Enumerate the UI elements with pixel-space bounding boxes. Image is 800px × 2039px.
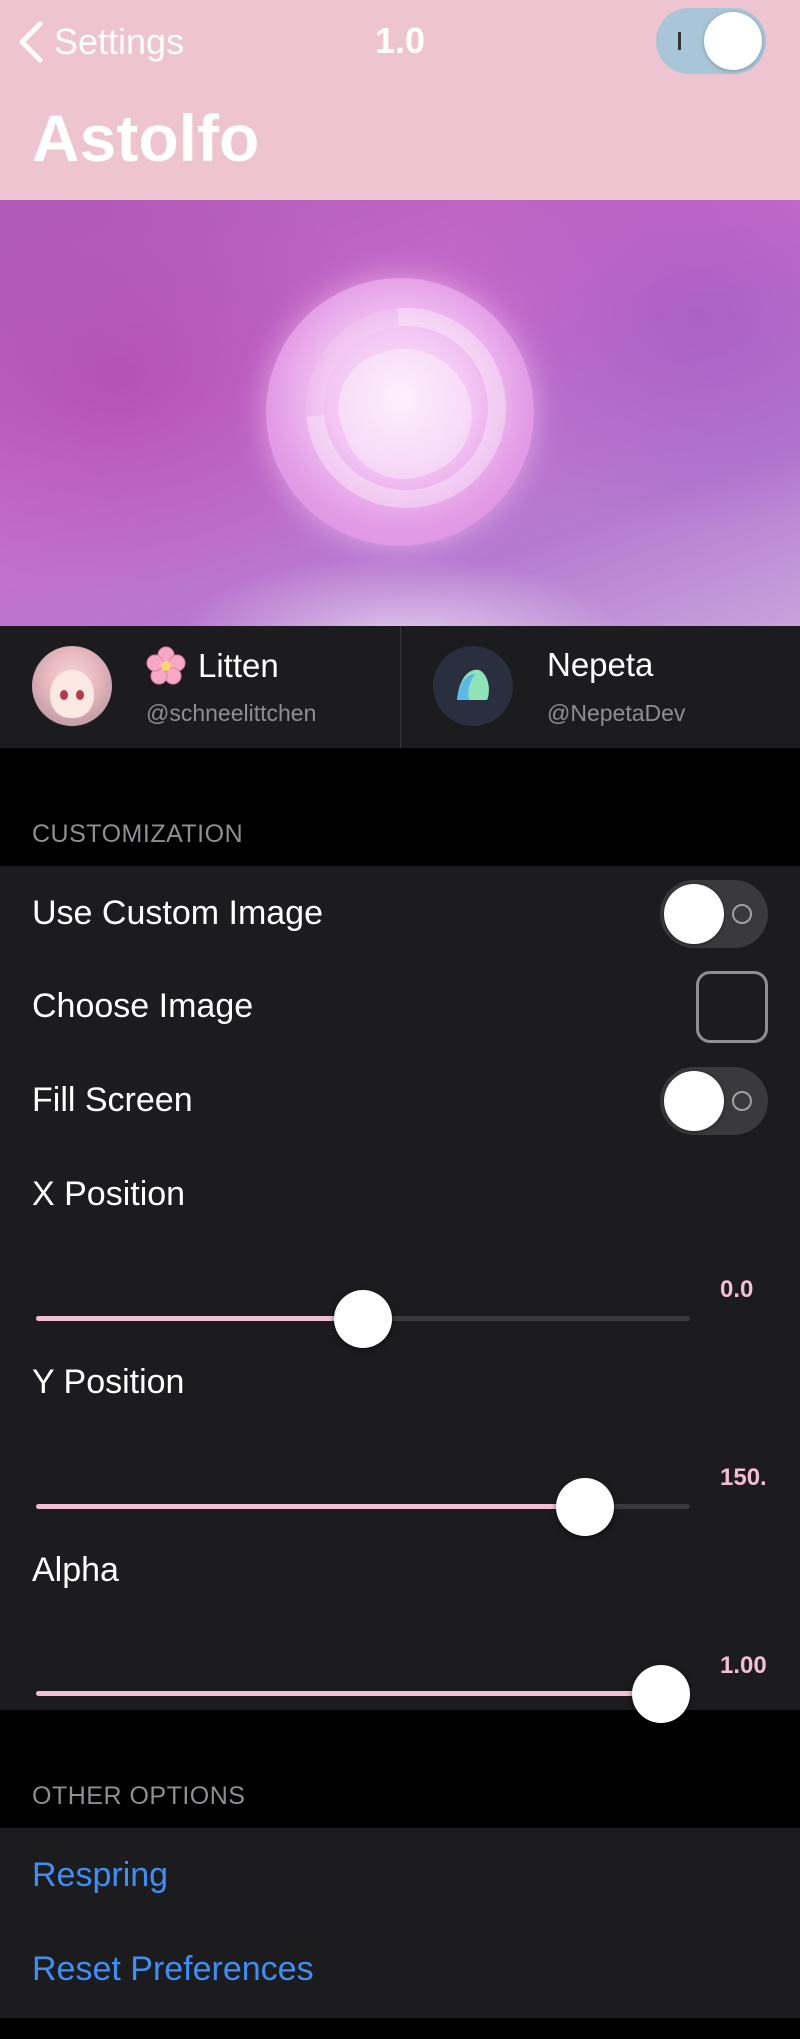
credit-name: Litten bbox=[198, 647, 279, 684]
nepeta-logo-icon bbox=[457, 669, 489, 700]
alpha-label: Alpha bbox=[32, 1551, 119, 1589]
avatar bbox=[32, 646, 112, 726]
customization-group: Use Custom Image Choose Image Fill Scree… bbox=[0, 866, 800, 1723]
header-banner-image bbox=[0, 200, 800, 626]
nav-header: Settings 1.0 Astolfo bbox=[0, 0, 800, 200]
chevron-left-icon bbox=[19, 21, 43, 63]
respring-button[interactable]: Respring bbox=[32, 1856, 168, 1895]
fill-screen-toggle[interactable] bbox=[660, 1067, 768, 1135]
toggle-on-indicator bbox=[678, 32, 681, 50]
section-header-customization: CUSTOMIZATION bbox=[32, 820, 244, 848]
choose-image-label: Choose Image bbox=[32, 987, 254, 1025]
y-position-slider[interactable] bbox=[36, 1476, 690, 1536]
x-position-slider[interactable] bbox=[36, 1288, 690, 1348]
alpha-slider[interactable] bbox=[36, 1663, 690, 1723]
slider-fill bbox=[36, 1316, 363, 1321]
y-position-label: Y Position bbox=[32, 1363, 185, 1401]
preferences-page: Settings 1.0 Astolfo Litten @schneelittc… bbox=[0, 0, 800, 2039]
use-custom-image-label: Use Custom Image bbox=[32, 894, 323, 932]
x-position-value: 0.0 bbox=[720, 1276, 754, 1303]
page-title: Astolfo bbox=[32, 101, 260, 175]
cherry-blossom-icon bbox=[146, 646, 186, 685]
credit-cell-nepeta[interactable]: Nepeta @NepetaDev bbox=[400, 626, 800, 748]
back-button[interactable]: Settings bbox=[16, 16, 184, 68]
version-label: 1.0 bbox=[374, 20, 426, 61]
slider-fill bbox=[36, 1691, 661, 1696]
toggle-knob bbox=[704, 12, 762, 70]
glowing-orb-artwork bbox=[265, 267, 547, 549]
credit-handle: @NepetaDev bbox=[547, 700, 686, 726]
credit-name: Nepeta bbox=[547, 646, 654, 683]
use-custom-image-toggle[interactable] bbox=[660, 880, 768, 948]
reset-preferences-button[interactable]: Reset Preferences bbox=[32, 1950, 314, 1989]
credits-row: Litten @schneelittchen Nepeta @NepetaDev bbox=[0, 626, 800, 748]
slider-thumb[interactable] bbox=[334, 1290, 392, 1348]
credit-cell-litten[interactable]: Litten @schneelittchen bbox=[0, 626, 400, 748]
slider-thumb[interactable] bbox=[632, 1665, 690, 1723]
section-header-other-options: OTHER OPTIONS bbox=[32, 1782, 246, 1810]
fill-screen-label: Fill Screen bbox=[32, 1081, 193, 1119]
back-label: Settings bbox=[54, 21, 185, 62]
enable-tweak-toggle[interactable] bbox=[656, 8, 766, 74]
x-position-label: X Position bbox=[32, 1175, 186, 1213]
slider-thumb[interactable] bbox=[556, 1478, 614, 1536]
y-position-value: 150. bbox=[720, 1464, 767, 1491]
other-options-group: Respring Reset Preferences bbox=[0, 1828, 800, 2018]
choose-image-button[interactable] bbox=[696, 971, 768, 1043]
slider-fill bbox=[36, 1504, 585, 1509]
avatar bbox=[433, 646, 513, 726]
alpha-value: 1.00 bbox=[720, 1652, 767, 1679]
credit-handle: @schneelittchen bbox=[146, 700, 317, 726]
